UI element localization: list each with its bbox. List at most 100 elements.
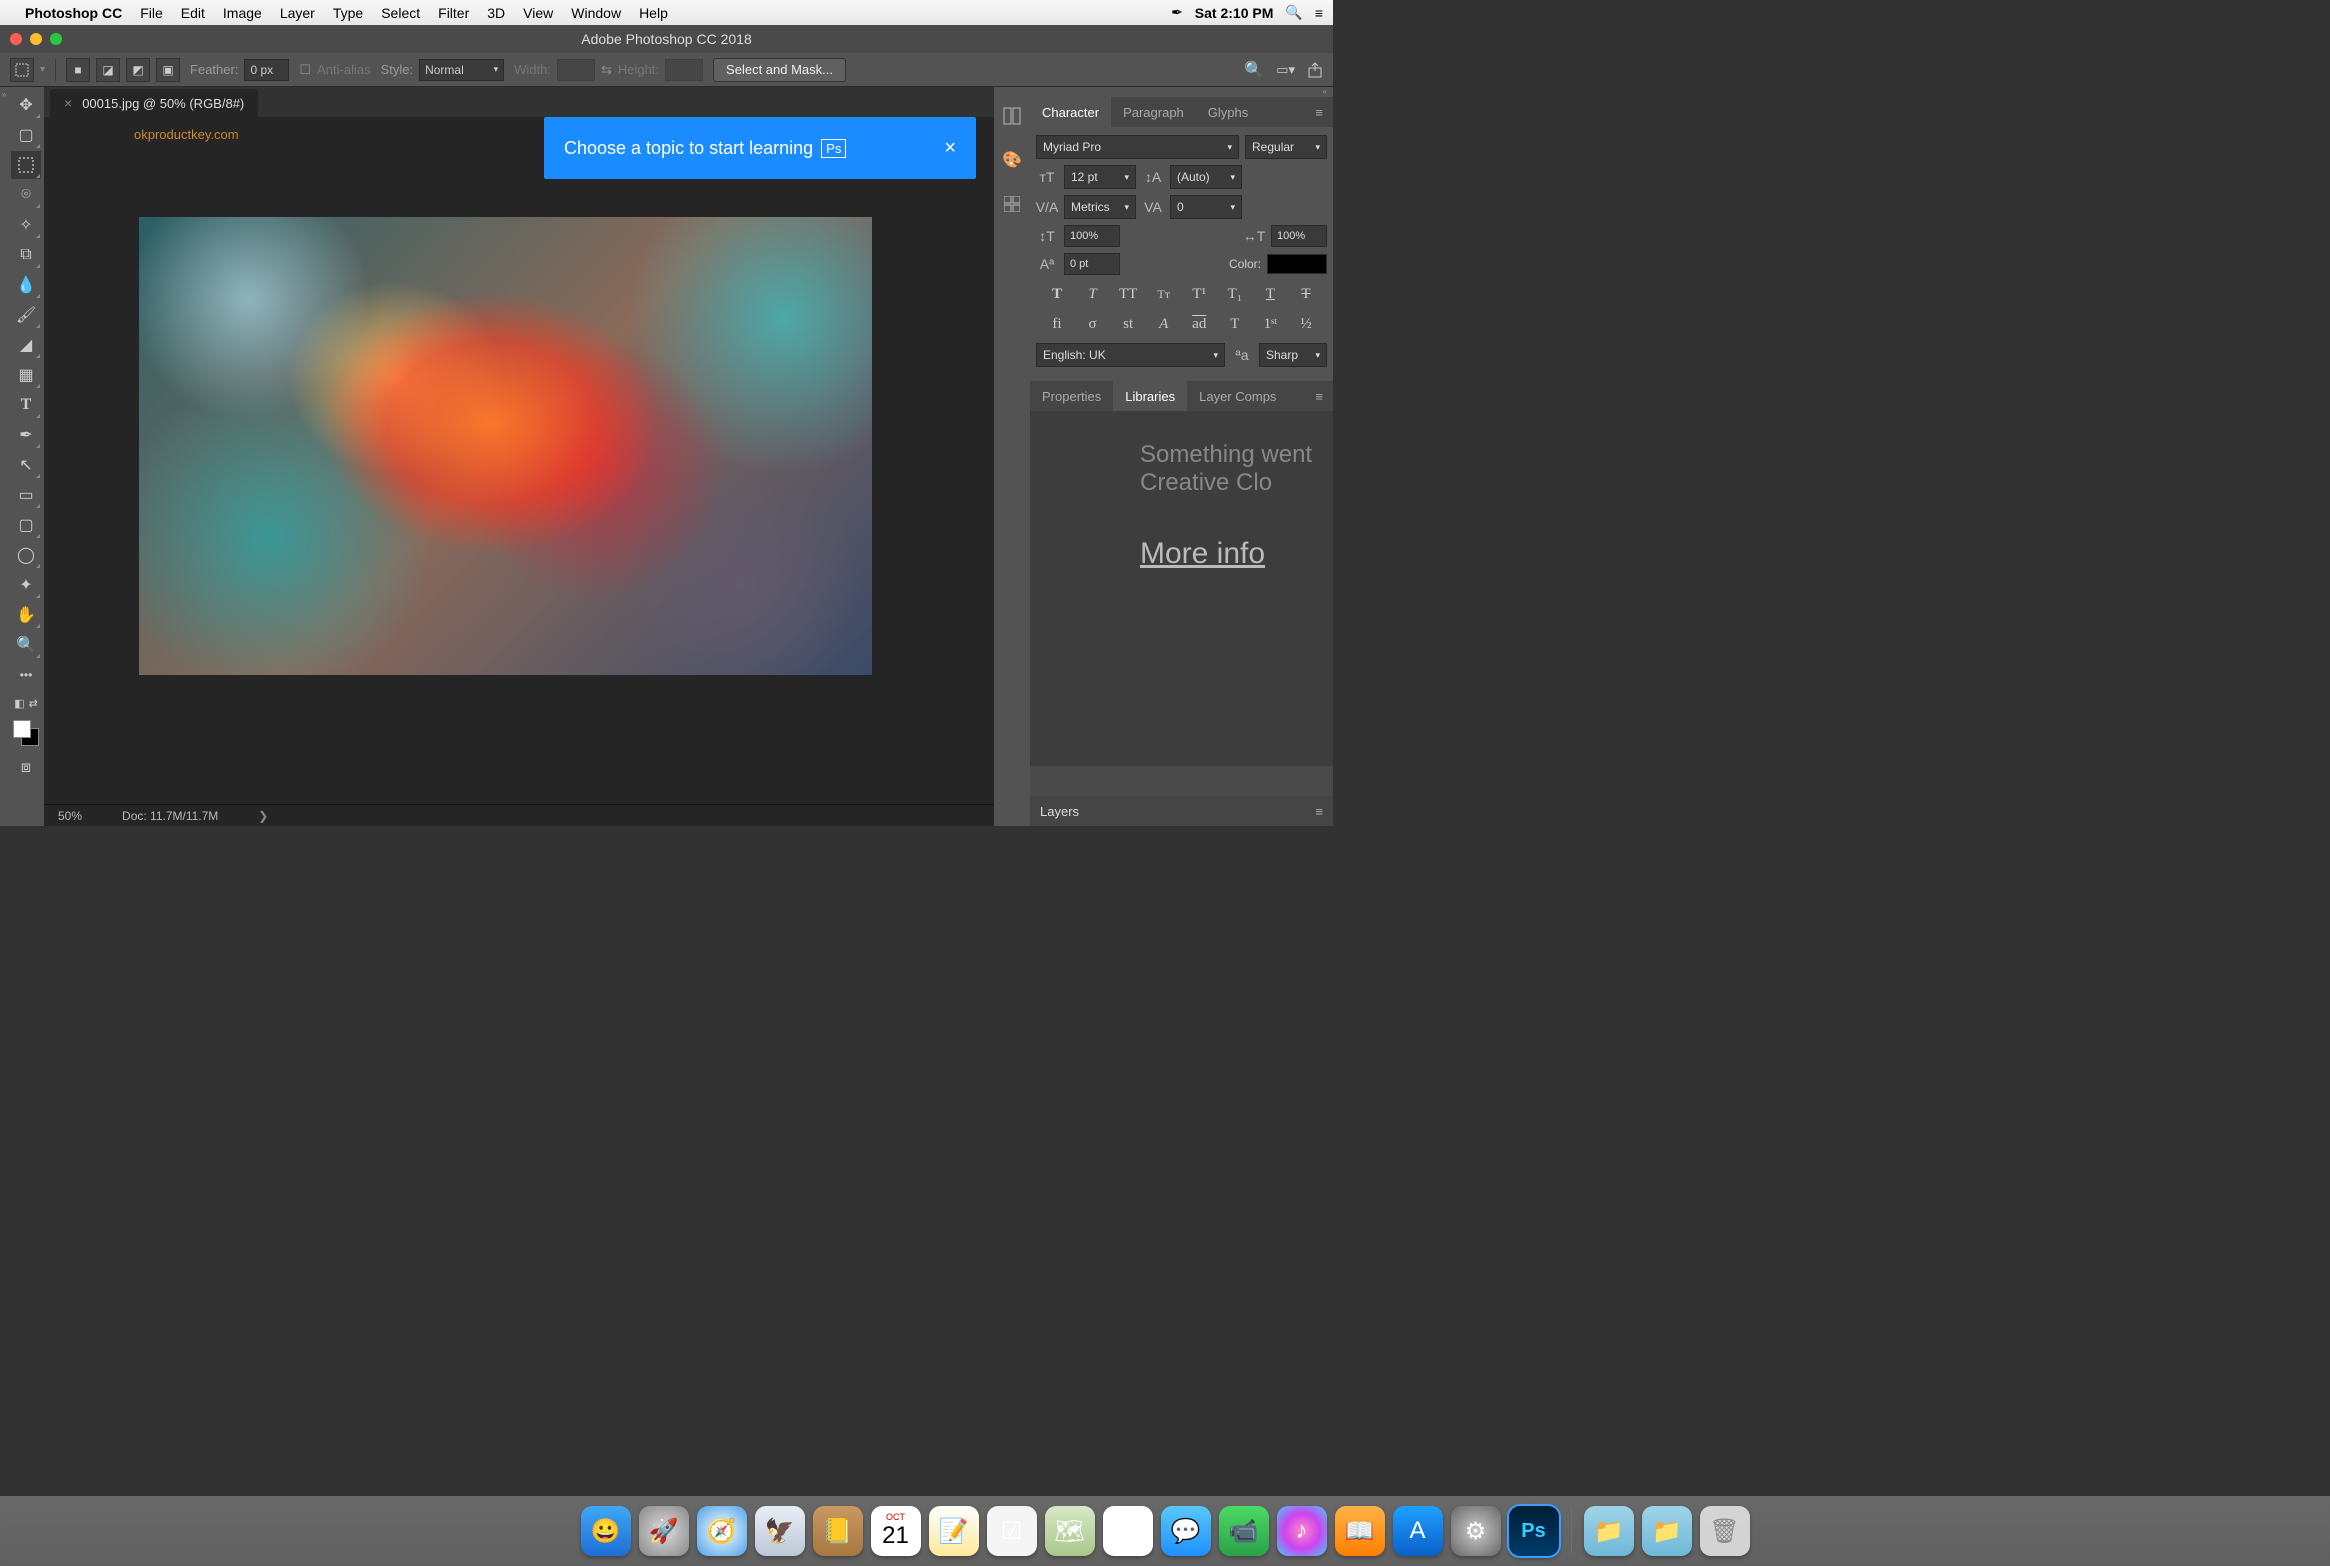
dock-photos[interactable]: ✿ — [1103, 1506, 1153, 1556]
quick-mask-tool[interactable]: ⧈ — [11, 754, 41, 782]
more-tools[interactable]: ••• — [11, 661, 41, 689]
stylus-icon[interactable]: ✒ — [1171, 4, 1183, 21]
menu-3d[interactable]: 3D — [487, 5, 505, 21]
kerning-select[interactable]: Metrics▾ — [1064, 195, 1136, 219]
type-tool[interactable]: T — [11, 391, 41, 419]
panel-collapse-strip[interactable]: « — [1030, 87, 1333, 97]
dock-finder[interactable]: 😀 — [581, 1506, 631, 1556]
antialias-select[interactable]: Sharp▾ — [1259, 343, 1327, 367]
dock-trash[interactable]: 🗑 — [1700, 1506, 1750, 1556]
rounded-rect-tool[interactable]: ▢ — [11, 511, 41, 539]
tab-libraries[interactable]: Libraries — [1113, 381, 1187, 411]
dock-folder1[interactable]: 📁 — [1584, 1506, 1634, 1556]
zoom-tool[interactable]: 🔍 — [11, 631, 41, 659]
dock-settings[interactable]: ⚙ — [1451, 1506, 1501, 1556]
dock-appstore[interactable]: A — [1393, 1506, 1443, 1556]
dock-folder2[interactable]: 📁 — [1642, 1506, 1692, 1556]
intersect-selection-icon[interactable]: ▣ — [156, 58, 180, 82]
menu-app[interactable]: Photoshop CC — [25, 5, 122, 21]
faux-bold-button[interactable]: T — [1044, 281, 1070, 307]
vscale-input[interactable] — [1064, 225, 1120, 247]
dock-ibooks[interactable]: 📖 — [1335, 1506, 1385, 1556]
dock-reminders[interactable]: ☑ — [987, 1506, 1037, 1556]
tab-paragraph[interactable]: Paragraph — [1111, 97, 1196, 127]
document-tab[interactable]: × 00015.jpg @ 50% (RGB/8#) — [50, 89, 258, 117]
panel-menu-icon[interactable]: ≡ — [1315, 804, 1323, 819]
subtract-selection-icon[interactable]: ◩ — [126, 58, 150, 82]
tab-layercomps[interactable]: Layer Comps — [1187, 381, 1288, 411]
libraries-more-info-link[interactable]: More info — [1140, 537, 1333, 571]
dock-itunes[interactable]: ♪ — [1277, 1506, 1327, 1556]
tab-character[interactable]: Character — [1030, 97, 1111, 127]
menu-edit[interactable]: Edit — [181, 5, 205, 21]
menu-help[interactable]: Help — [639, 5, 668, 21]
tab-properties[interactable]: Properties — [1030, 381, 1113, 411]
status-chevron-icon[interactable]: ❯ — [258, 809, 268, 823]
dock-calendar[interactable]: OCT21 — [871, 1506, 921, 1556]
brush-tool[interactable]: 🖌 — [11, 301, 41, 329]
menu-layer[interactable]: Layer — [280, 5, 315, 21]
dock-photoshop[interactable]: Ps — [1509, 1506, 1559, 1556]
allcaps-button[interactable]: TT — [1115, 281, 1141, 307]
titling-alt-button[interactable]: T — [1222, 311, 1248, 337]
fractions-button[interactable]: ½ — [1293, 311, 1319, 337]
tab-glyphs[interactable]: Glyphs — [1196, 97, 1260, 127]
new-selection-icon[interactable]: ■ — [66, 58, 90, 82]
move-tool[interactable]: ✥ — [11, 91, 41, 119]
style-select[interactable]: Normal▾ — [419, 59, 504, 81]
dock-messages[interactable]: 💬 — [1161, 1506, 1211, 1556]
window-close-button[interactable] — [10, 33, 22, 45]
color-panel-icon[interactable]: 🎨 — [1001, 149, 1023, 171]
quick-select-tool[interactable]: ✧ — [11, 211, 41, 239]
spotlight-icon[interactable]: 🔍 — [1285, 4, 1302, 21]
ellipse-tool[interactable]: ◯ — [11, 541, 41, 569]
pen-tool[interactable]: ✒ — [11, 421, 41, 449]
learn-tooltip-close-icon[interactable]: × — [944, 137, 956, 160]
dock-launchpad[interactable]: 🚀 — [639, 1506, 689, 1556]
menu-window[interactable]: Window — [571, 5, 621, 21]
swatches-panel-icon[interactable] — [1001, 193, 1023, 215]
color-swatches[interactable] — [13, 720, 39, 746]
path-select-tool[interactable]: ↖ — [11, 451, 41, 479]
panel-menu-icon[interactable]: ≡ — [1305, 389, 1333, 404]
ligatures-button[interactable]: fi — [1044, 311, 1070, 337]
dock-mail[interactable]: 🦅 — [755, 1506, 805, 1556]
discretionary-lig-button[interactable]: st — [1115, 311, 1141, 337]
canvas-area[interactable]: okproductkey.com Choose a topic to start… — [44, 117, 994, 804]
menu-list-icon[interactable]: ≡ — [1315, 5, 1323, 21]
rectangle-tool[interactable]: ▭ — [11, 481, 41, 509]
stylistic-alt-button[interactable]: ad — [1186, 311, 1212, 337]
language-select[interactable]: English: UK▾ — [1036, 343, 1225, 367]
leading-select[interactable]: (Auto)▾ — [1170, 165, 1242, 189]
menu-filter[interactable]: Filter — [438, 5, 469, 21]
add-selection-icon[interactable]: ◪ — [96, 58, 120, 82]
workspace-icon[interactable]: ▭▾ — [1276, 62, 1295, 78]
menu-view[interactable]: View — [523, 5, 553, 21]
custom-shape-tool[interactable]: ✦ — [11, 571, 41, 599]
font-family-select[interactable]: Myriad Pro▾ — [1036, 135, 1239, 159]
smallcaps-button[interactable]: Tᴛ — [1151, 281, 1177, 307]
dock-facetime[interactable]: 📹 — [1219, 1506, 1269, 1556]
menu-type[interactable]: Type — [333, 5, 363, 21]
text-color-swatch[interactable] — [1267, 254, 1327, 274]
menu-file[interactable]: File — [140, 5, 163, 21]
dock-contacts[interactable]: 📒 — [813, 1506, 863, 1556]
share-icon[interactable] — [1307, 62, 1323, 78]
search-icon[interactable]: 🔍 — [1244, 60, 1264, 80]
lasso-tool[interactable]: ⌾ — [11, 181, 41, 209]
font-style-select[interactable]: Regular▾ — [1245, 135, 1327, 159]
close-tab-icon[interactable]: × — [64, 95, 72, 111]
hand-tool[interactable]: ✋ — [11, 601, 41, 629]
select-and-mask-button[interactable]: Select and Mask... — [713, 58, 846, 82]
default-colors-icon[interactable]: ◧ — [14, 697, 24, 710]
tab-layers[interactable]: Layers — [1040, 804, 1079, 819]
tool-preset-icon[interactable] — [10, 58, 34, 82]
strikethrough-button[interactable]: T — [1293, 281, 1319, 307]
status-zoom[interactable]: 50% — [58, 809, 82, 823]
toolbar-collapse-strip[interactable]: » — [0, 87, 8, 826]
font-size-select[interactable]: 12 pt▾ — [1064, 165, 1136, 189]
faux-italic-button[interactable]: T — [1080, 281, 1106, 307]
marquee-tool[interactable] — [11, 151, 41, 179]
panel-menu-icon[interactable]: ≡ — [1305, 105, 1333, 120]
status-docinfo[interactable]: Doc: 11.7M/11.7M — [122, 809, 218, 823]
